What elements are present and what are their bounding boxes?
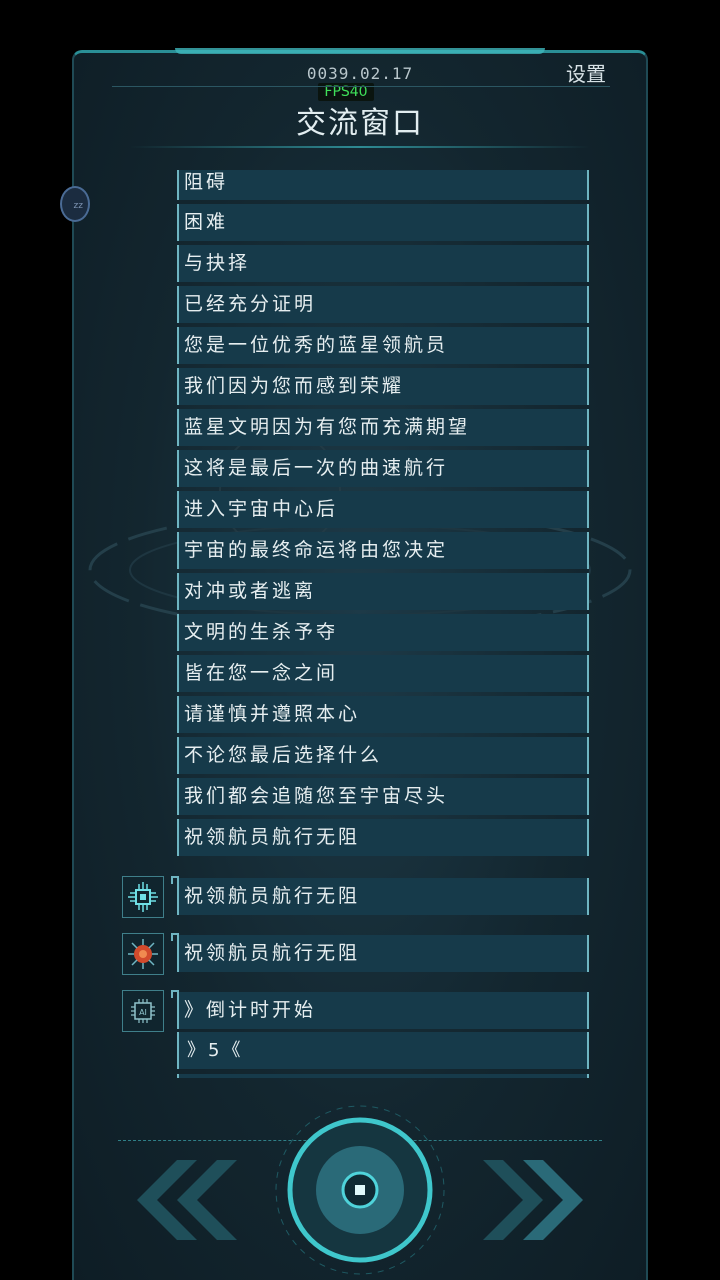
- date-display: 0039.02.17: [306, 64, 414, 83]
- message-list[interactable]: 阻碍 困难 与抉择 已经充分证明 您是一位优秀的蓝星领航员 我们因为您而感到荣耀…: [177, 170, 589, 860]
- list-item: 皆在您一念之间: [177, 655, 589, 692]
- chat-message: AI 》倒计时开始: [122, 990, 590, 1032]
- cyan-chip-icon: [122, 876, 164, 918]
- sleep-icon[interactable]: zz: [60, 186, 90, 222]
- ai-chip-icon: AI: [122, 990, 164, 1032]
- list-item: 祝领航员航行无阻: [177, 819, 589, 856]
- list-item: 蓝星文明因为有您而充满期望: [177, 409, 589, 446]
- chat-message: 祝领航员航行无阻: [122, 876, 590, 918]
- list-item: 阻碍: [177, 170, 589, 200]
- chat-bubble: 祝领航员航行无阻: [171, 876, 589, 915]
- chat-message: 祝领航员航行无阻: [122, 933, 590, 975]
- double-chevron-left-icon[interactable]: [125, 1160, 245, 1240]
- red-chip-icon: [122, 933, 164, 975]
- double-chevron-right-icon[interactable]: [475, 1160, 595, 1240]
- center-button[interactable]: [275, 1105, 445, 1275]
- list-item: 对冲或者逃离: [177, 573, 589, 610]
- chat-bubble: 》倒计时开始: [171, 990, 589, 1029]
- list-item: 我们因为您而感到荣耀: [177, 368, 589, 405]
- list-item: 已经充分证明: [177, 286, 589, 323]
- top-glow: [175, 48, 545, 54]
- list-item: 不论您最后选择什么: [177, 737, 589, 774]
- list-item: 我们都会追随您至宇宙尽头: [177, 778, 589, 815]
- settings-button[interactable]: 设置: [566, 58, 606, 87]
- bubble-edge: [177, 1074, 589, 1078]
- list-item: 文明的生杀予夺: [177, 614, 589, 651]
- list-item: 这将是最后一次的曲速航行: [177, 450, 589, 487]
- countdown-bubble: 》5《: [177, 1032, 589, 1069]
- svg-text:AI: AI: [139, 1008, 147, 1017]
- list-item: 与抉择: [177, 245, 589, 282]
- list-item: 进入宇宙中心后: [177, 491, 589, 528]
- page-title: 交流窗口: [296, 106, 424, 141]
- list-item: 您是一位优秀的蓝星领航员: [177, 327, 589, 364]
- list-item: 请谨慎并遵照本心: [177, 696, 589, 733]
- list-item: 困难: [177, 204, 589, 241]
- header-divider: [112, 86, 610, 87]
- list-item: 宇宙的最终命运将由您决定: [177, 532, 589, 569]
- title-divider: [130, 146, 590, 148]
- chat-bubble: 祝领航员航行无阻: [171, 933, 589, 972]
